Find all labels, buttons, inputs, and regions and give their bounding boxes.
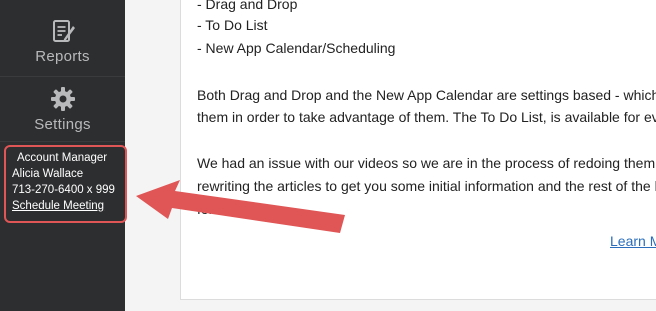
paragraph-line: Both Drag and Drop and the New App Calen… xyxy=(197,87,656,103)
sidebar-item-label: Settings xyxy=(34,116,91,133)
account-manager-card: Account Manager Alicia Wallace 713-270-6… xyxy=(4,145,127,223)
account-manager-title: Account Manager xyxy=(17,152,108,164)
paragraph-line: them in order to take advantage of them.… xyxy=(197,109,656,125)
sidebar-item-settings[interactable]: Settings xyxy=(0,86,125,133)
learn-more-link[interactable]: Learn M xyxy=(610,233,656,249)
paragraph-line: for this along. xyxy=(197,201,282,217)
report-icon xyxy=(52,20,75,42)
list-item: - Drag and Drop xyxy=(197,0,298,12)
sidebar-divider xyxy=(0,141,125,142)
paragraph-line: rewriting the articles to get you some i… xyxy=(197,178,656,194)
account-manager-phone: 713-270-6400 x 999 xyxy=(12,184,115,196)
sidebar-item-reports[interactable]: Reports xyxy=(0,18,125,65)
sidebar-divider xyxy=(0,76,125,77)
schedule-meeting-link[interactable]: Schedule Meeting xyxy=(12,198,125,214)
account-manager-name: Alicia Wallace xyxy=(12,168,84,180)
gear-icon xyxy=(50,87,75,111)
list-item: - New App Calendar/Scheduling xyxy=(197,40,396,56)
list-item: - To Do List xyxy=(197,17,268,33)
sidebar-item-label: Reports xyxy=(35,48,90,65)
paragraph-line: We had an issue with our videos so we ar… xyxy=(197,155,656,171)
sidebar: Reports Settings Account Manager Alicia … xyxy=(0,0,127,311)
